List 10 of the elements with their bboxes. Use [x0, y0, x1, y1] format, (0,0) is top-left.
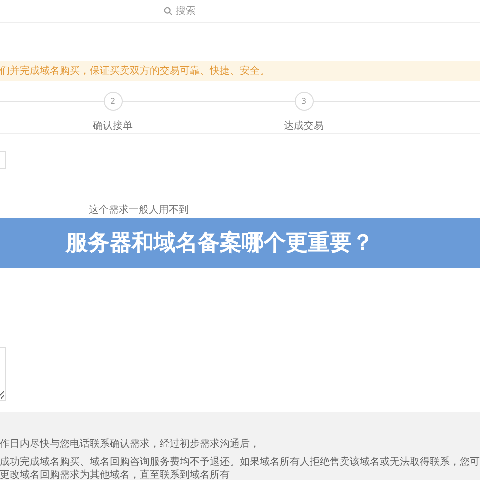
- step-label: 达成交易: [284, 120, 324, 133]
- notice-text: 们并完成域名购买，保证买卖双方的交易可靠、快捷、安全。: [0, 64, 270, 78]
- footer-text: 成功完成域名购买、域名回购咨询服务费均不予退还。如果域名所有人拒绝售卖该域名或无法取得联系，您可更改域名回购需求为其他域名，直至联系到域名所有: [0, 456, 480, 480]
- step-number: 2: [104, 92, 122, 111]
- footer-text: 作日内尽快与您电话联系确认需求，经过初步需求沟通后，: [0, 438, 261, 451]
- banner-title: 服务器和域名备案哪个更重要？: [66, 230, 374, 258]
- search-icon: [164, 6, 173, 16]
- hint-text: 这个需求一般人用不到: [89, 204, 190, 217]
- step-label: 确认接单: [93, 120, 133, 133]
- step-number: 3: [294, 92, 314, 111]
